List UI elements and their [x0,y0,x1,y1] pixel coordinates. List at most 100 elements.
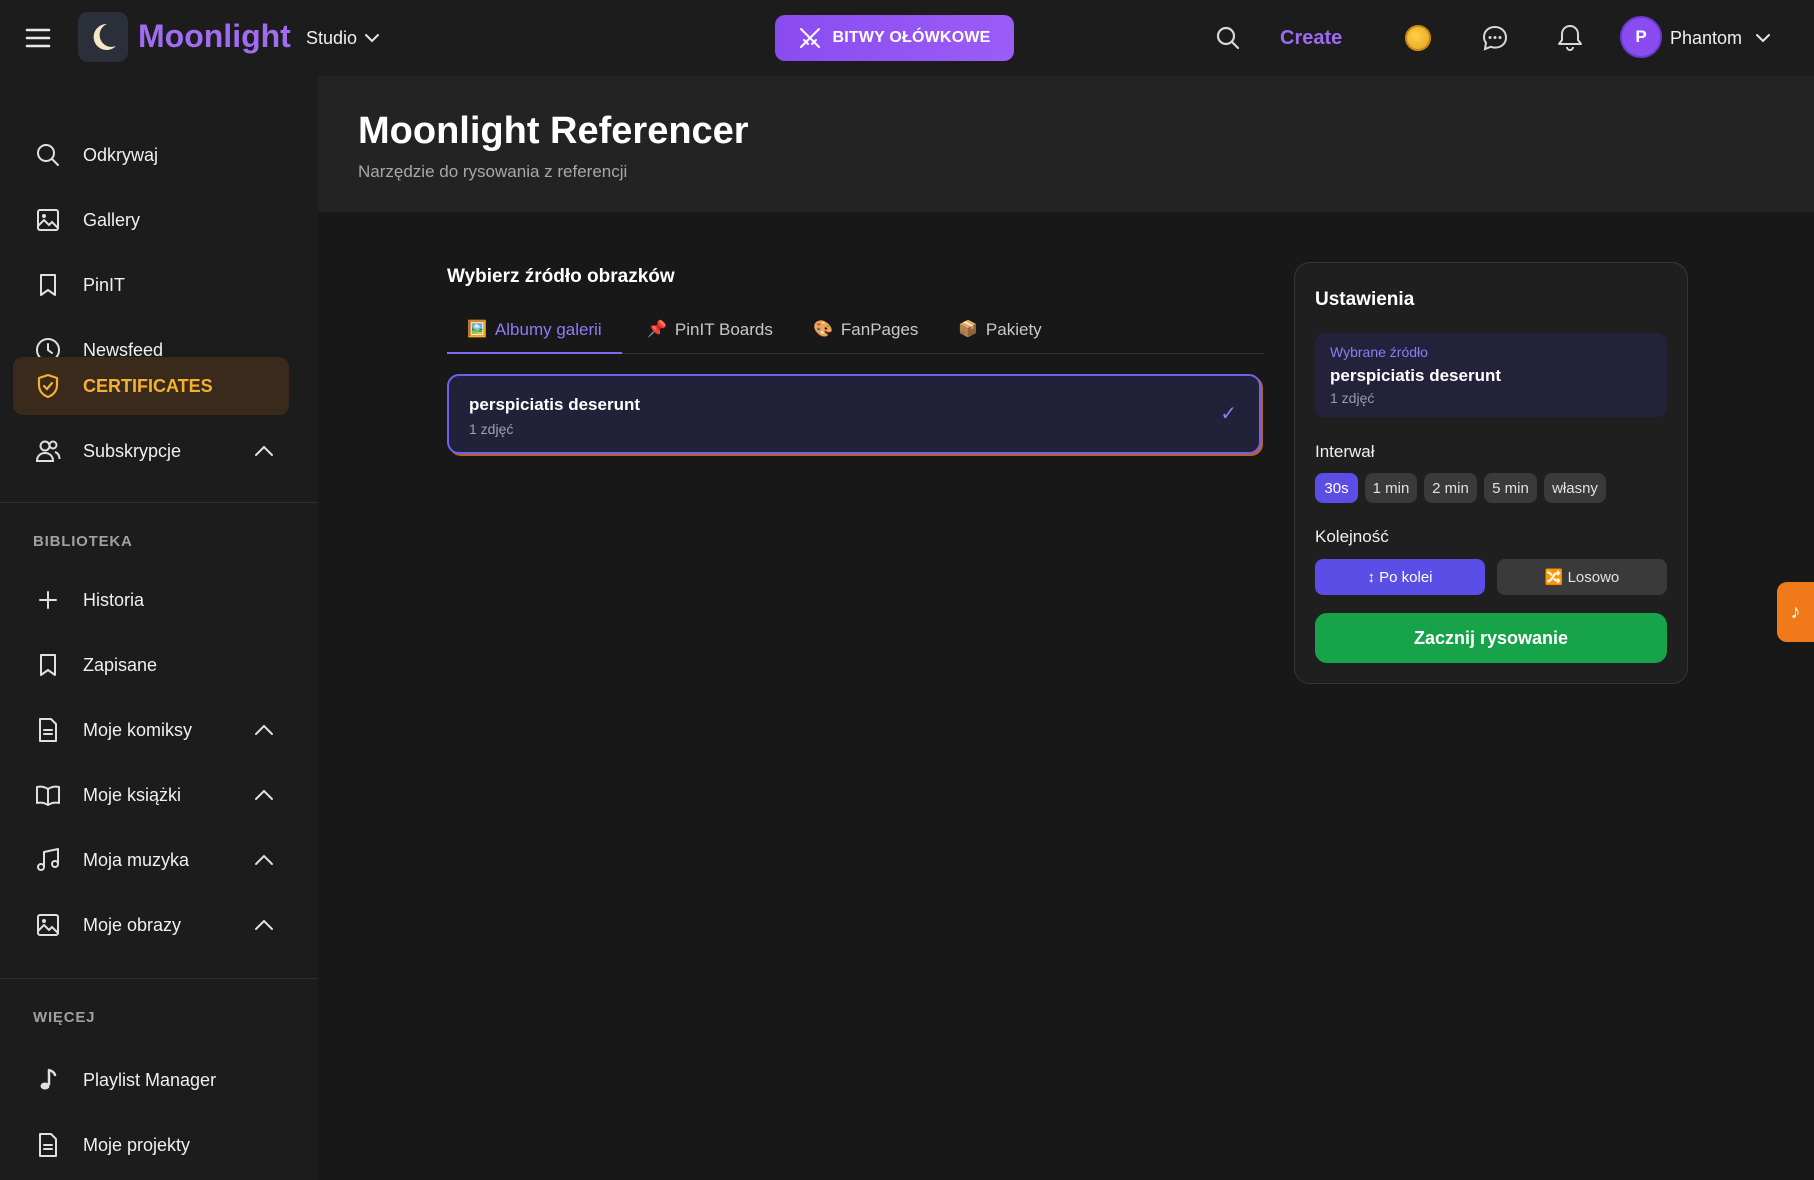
settings-title: Ustawienia [1315,289,1415,310]
check-icon: ✓ [1220,403,1237,425]
sidebar-item-label: Moja muzyka [83,850,190,870]
chevron-up-icon[interactable] [253,441,275,461]
album-name: perspiciatis deserunt [469,395,641,414]
sidebar-item-historia[interactable]: Historia [13,571,289,629]
tab-gallery-albums[interactable]: 🖼️ Albumy galerii [447,316,622,354]
tab-pakiety[interactable]: 📦 Pakiety [938,316,1062,354]
page-header: Moonlight Referencer Narzędzie do rysowa… [318,76,1814,212]
music-note-icon: ♪ [1790,600,1801,623]
user-menu[interactable]: Phantom [1670,24,1771,52]
start-drawing-button[interactable]: Zacznij rysowanie [1315,613,1667,663]
sidebar-item-pinit[interactable]: PinIT [13,256,289,314]
chat-icon[interactable] [1480,23,1510,53]
bookmark-icon [34,271,62,299]
sidebar-item-moje-ksiazki[interactable]: Moje książki [13,766,289,824]
moon-logo-icon[interactable] [78,12,128,62]
order-sequential-button[interactable]: ↕ Po kolei [1315,559,1485,595]
sidebar-item-certificates[interactable]: CERTIFICATES [13,357,289,415]
sidebar-item-moje-projekty[interactable]: Moje projekty [13,1116,289,1174]
sidebar-item-label: Gallery [83,210,141,230]
tab-label: PinIT Boards [674,320,773,339]
selected-source-count: 1 zdjęć [1330,390,1375,406]
chevron-down-icon [365,34,380,43]
sidebar-item-label: Moje komiksy [83,720,193,740]
document-icon [34,1131,62,1159]
selected-source-label: Wybrane źródło [1330,344,1428,360]
album-card[interactable]: perspiciatis deserunt 1 zdjęć ✓ [447,374,1261,454]
sidebar-item-moje-komiksy[interactable]: Moje komiksy [13,701,289,759]
avatar[interactable]: P [1620,16,1662,58]
tab-label: FanPages [840,320,919,339]
music-note-icon [34,1066,62,1094]
music-icon [34,846,62,874]
search-icon[interactable] [1214,24,1242,52]
order-random-button[interactable]: 🔀 Losowo [1497,559,1667,595]
tab-label: Pakiety [985,320,1042,339]
interval-label: Interwał [1315,442,1375,461]
chevron-down-icon [1756,34,1771,43]
sidebar-divider [0,502,318,503]
chevron-up-icon[interactable] [253,850,275,870]
tab-pinit-boards[interactable]: 📌 PinIT Boards [627,316,793,354]
image-icon [34,911,62,939]
sidebar-item-label: Odkrywaj [83,145,159,165]
sidebar-item-label: Historia [83,590,145,610]
crossed-swords-icon [800,28,821,48]
sidebar-item-label: Subskrypcje [83,441,182,461]
create-link[interactable]: Create [1280,24,1342,52]
pushpin-icon: 📌 [647,321,667,338]
source-tabs: 🖼️ Albumy galerii 📌 PinIT Boards 🎨 FanPa… [447,316,1264,354]
sidebar-item-label: Playlist Manager [83,1070,217,1090]
interval-custom-button[interactable]: własny [1544,473,1606,503]
sidebar-item-gallery[interactable]: Gallery [13,191,289,249]
sidebar-item-moja-muzyka[interactable]: Moja muzyka [13,831,289,889]
menu-icon[interactable] [24,24,52,52]
studio-dropdown[interactable]: Studio [306,24,380,52]
studio-label: Studio [306,28,358,48]
picture-icon: 🖼️ [467,321,487,338]
source-section-title: Wybierz źródło obrazków [447,266,675,287]
sidebar-item-zapisane[interactable]: Zapisane [13,636,289,694]
palette-icon: 🎨 [813,321,833,338]
selected-source-name: perspiciatis deserunt [1330,366,1502,385]
more-heading: WIĘCEJ [33,1009,96,1026]
sidebar-item-moje-obrazy[interactable]: Moje obrazy [13,896,289,954]
bell-icon[interactable] [1556,23,1584,53]
shield-check-icon [34,372,62,400]
sidebar-item-odkrywaj[interactable]: Odkrywaj [13,126,289,184]
bookmark-icon [34,651,62,679]
chevron-up-icon[interactable] [253,915,275,935]
page-title: Moonlight Referencer [358,110,749,152]
sidebar: Odkrywaj Gallery PinIT Newsfeed CERTIFIC… [0,76,318,1180]
sidebar-item-label: Moje obrazy [83,915,182,935]
sidebar-divider [0,978,318,979]
sidebar-item-subskrypcje[interactable]: Subskrypcje [13,422,289,480]
pencil-battles-button[interactable]: BITWY OŁÓWKOWE [775,15,1014,61]
album-photo-count: 1 zdjęć [469,421,514,437]
page-subtitle: Narzędzie do rysowania z referencji [358,162,628,181]
sidebar-item-label: PinIT [83,275,126,295]
sidebar-item-label: Moje książki [83,785,182,805]
music-player-tab[interactable]: ♪ [1777,582,1814,642]
book-icon [34,781,62,809]
chevron-up-icon[interactable] [253,785,275,805]
selected-source-box: Wybrane źródło perspiciatis deserunt 1 z… [1315,333,1667,417]
library-heading: BIBLIOTEKA [33,533,133,550]
interval-30s-button[interactable]: 30s [1315,473,1358,503]
interval-2min-button[interactable]: 2 min [1424,473,1477,503]
order-label: Kolejność [1315,527,1389,546]
tab-fanpages[interactable]: 🎨 FanPages [793,316,938,354]
brand-name[interactable]: Moonlight [138,16,291,56]
sidebar-item-label: CERTIFICATES [83,376,213,396]
interval-1min-button[interactable]: 1 min [1365,473,1417,503]
tab-label: Albumy galerii [494,320,602,339]
top-bar: Moonlight Studio BITWY OŁÓWKOWE Create P… [0,0,1814,76]
sidebar-item-playlist-manager[interactable]: Playlist Manager [13,1051,289,1109]
pencil-battles-label: BITWY OŁÓWKOWE [832,29,991,46]
interval-5min-button[interactable]: 5 min [1484,473,1537,503]
coin-icon[interactable] [1405,25,1431,51]
settings-panel: Ustawienia Wybrane źródło perspiciatis d… [1294,262,1688,684]
package-icon: 📦 [958,321,978,338]
chevron-up-icon[interactable] [253,720,275,740]
plus-icon [34,586,62,614]
